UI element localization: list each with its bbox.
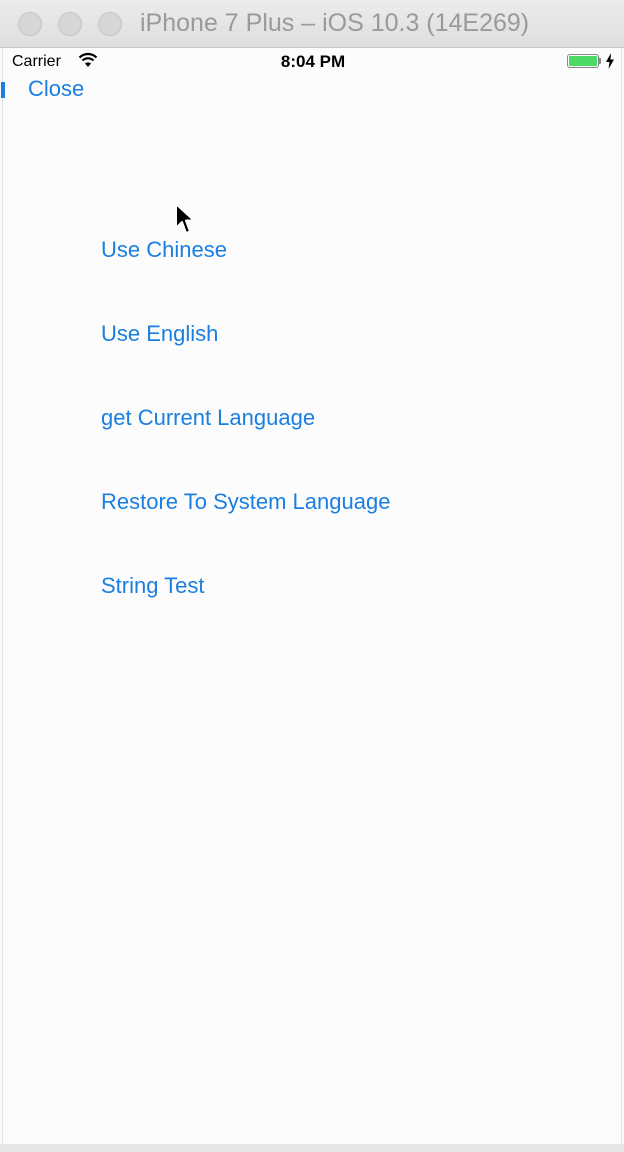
- window-title: iPhone 7 Plus – iOS 10.3 (14E269): [140, 9, 530, 37]
- use-chinese-button[interactable]: Use Chinese: [101, 236, 390, 320]
- charging-bolt-icon: [606, 53, 614, 69]
- use-english-button[interactable]: Use English: [101, 320, 390, 404]
- battery-level: [569, 56, 597, 66]
- battery-tip: [599, 58, 601, 64]
- window-bottom-edge: [0, 1144, 624, 1152]
- mouse-pointer-icon: [175, 203, 195, 234]
- status-bar: Carrier 8:04 PM: [3, 48, 623, 76]
- status-time: 8:04 PM: [280, 52, 346, 71]
- simulator-window: iPhone 7 Plus – iOS 10.3 (14E269) Carrie…: [0, 0, 624, 1152]
- close-button[interactable]: Close: [28, 76, 84, 102]
- get-current-language-button[interactable]: get Current Language: [101, 404, 390, 488]
- battery-icon: [567, 54, 599, 68]
- window-close-button[interactable]: [18, 12, 42, 36]
- device-screen: Carrier 8:04 PM Close Use Chinese Use En…: [1, 48, 623, 1144]
- language-menu: Use Chinese Use English get Current Lang…: [101, 236, 390, 656]
- window-titlebar: iPhone 7 Plus – iOS 10.3 (14E269): [0, 0, 624, 48]
- string-test-button[interactable]: String Test: [101, 572, 390, 656]
- restore-system-language-button[interactable]: Restore To System Language: [101, 488, 390, 572]
- edge-marker: [1, 82, 5, 98]
- window-zoom-button[interactable]: [98, 12, 122, 36]
- window-minimize-button[interactable]: [58, 12, 82, 36]
